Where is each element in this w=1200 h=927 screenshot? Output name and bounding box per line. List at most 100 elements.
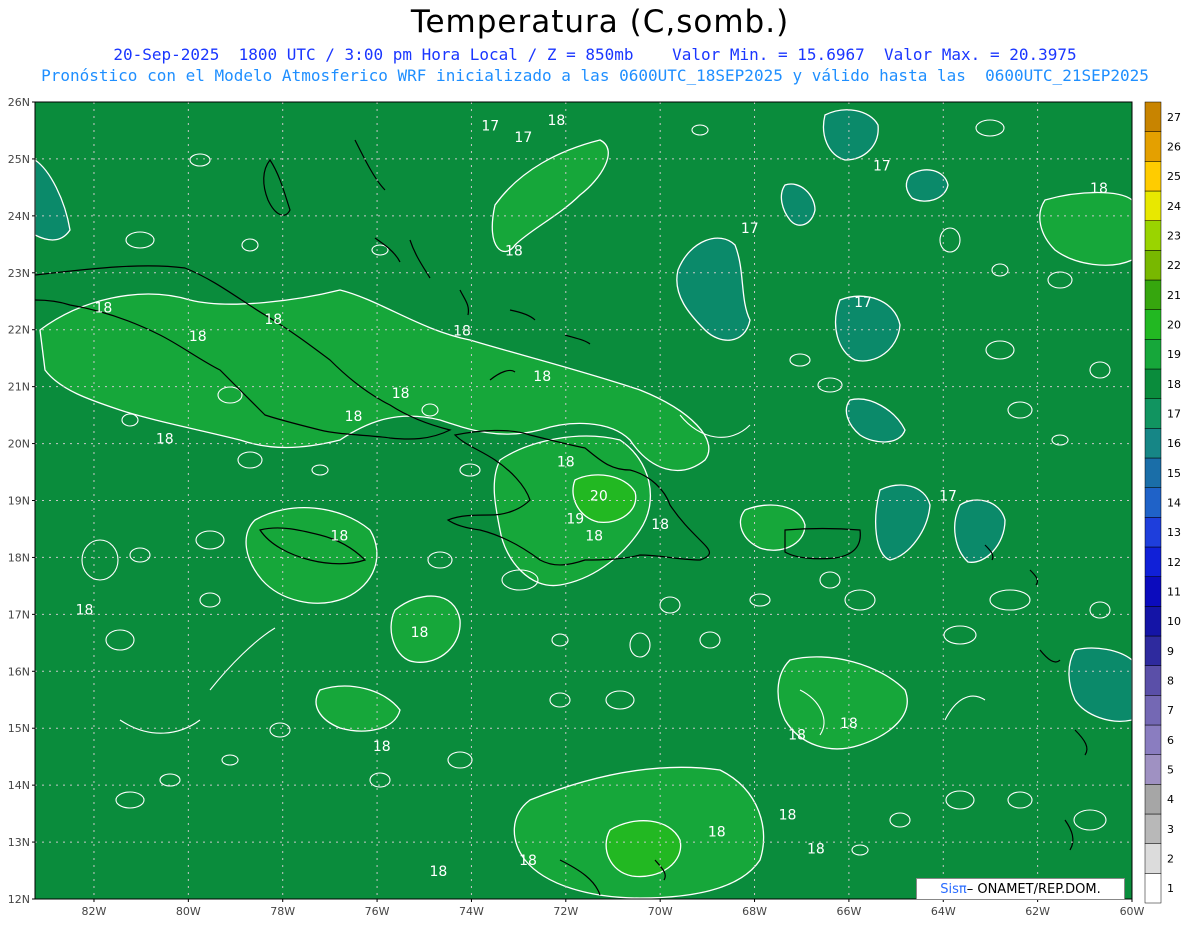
colorbar-swatch	[1144, 250, 1162, 281]
lon-tick-label: 82W	[82, 905, 107, 918]
lon-tick-label: 76W	[365, 905, 390, 918]
colorbar-label: 26	[1167, 141, 1181, 154]
colorbar-swatch	[1144, 220, 1162, 251]
sispi-logo: Sisπ	[940, 881, 967, 897]
colorbar-label: 16	[1167, 437, 1181, 450]
colorbar-swatch	[1144, 428, 1162, 459]
colorbar-swatch	[1144, 665, 1162, 696]
lon-tick-label: 68W	[742, 905, 767, 918]
contour-label: 18	[533, 369, 551, 385]
credit-text: – ONAMET/REP.DOM.	[966, 881, 1101, 897]
lon-tick-label: 64W	[931, 905, 956, 918]
contour-label: 18	[519, 853, 537, 869]
contour-label: 19	[566, 511, 584, 527]
lat-tick-label: 14N	[8, 779, 30, 792]
colorbar-label: 22	[1167, 259, 1181, 272]
lon-tick-label: 60W	[1120, 905, 1145, 918]
contour-label: 18	[505, 244, 523, 260]
lat-tick-label: 24N	[8, 210, 30, 223]
colorbar-swatch	[1144, 873, 1162, 904]
colorbar-swatch	[1144, 131, 1162, 162]
colorbar-label: 27	[1167, 111, 1181, 124]
contour-label: 18	[807, 841, 825, 857]
colorbar-label: 7	[1167, 704, 1174, 717]
colorbar-swatch	[1144, 754, 1162, 785]
colorbar-label: 18	[1167, 378, 1181, 391]
lat-tick-label: 15N	[8, 722, 30, 735]
colorbar-swatch	[1144, 190, 1162, 221]
lat-tick-label: 23N	[8, 267, 30, 280]
contour-label: 18	[651, 517, 669, 533]
lon-tick-label: 70W	[648, 905, 673, 918]
colorbar-swatch	[1144, 487, 1162, 518]
longitude-labels: 82W 80W 78W 76W 74W 72W 70W 68W 66W 64W 62W 60W	[82, 899, 1145, 918]
colorbar-swatch	[1144, 161, 1162, 192]
contour-label: 17	[873, 158, 891, 174]
temperature-map: 26N 25N 24N 23N 22N 21N 20N 19N 18N 17N 16N 15N 14N 1…	[8, 96, 1181, 918]
contour-label: 18	[345, 409, 363, 425]
colorbar-swatch	[1144, 309, 1162, 340]
contour-label: 17	[481, 118, 499, 134]
colorbar-label: 3	[1167, 823, 1174, 836]
colorbar-swatch	[1144, 843, 1162, 874]
lat-tick-label: 21N	[8, 381, 30, 394]
colorbar-label: 14	[1167, 497, 1181, 510]
colorbar-swatch	[1144, 368, 1162, 399]
colorbar-swatch	[1144, 813, 1162, 844]
colorbar-label: 24	[1167, 200, 1181, 213]
contour-label: 18	[557, 454, 575, 470]
colorbar-label: 23	[1167, 230, 1181, 243]
colorbar-label: 12	[1167, 556, 1181, 569]
lat-tick-label: 22N	[8, 324, 30, 337]
colorbar-label: 4	[1167, 793, 1174, 806]
temperature-colorbar: 1234567891011121314151617181920212223242…	[1144, 101, 1181, 904]
colorbar-label: 15	[1167, 467, 1181, 480]
contour-label: 18	[156, 432, 174, 448]
lat-tick-label: 13N	[8, 836, 30, 849]
lat-tick-label: 20N	[8, 438, 30, 451]
contour-label: 18	[330, 528, 348, 544]
colorbar-swatch	[1144, 546, 1162, 577]
colorbar-label: 2	[1167, 853, 1174, 866]
colorbar-label: 19	[1167, 348, 1181, 361]
colorbar-label: 21	[1167, 289, 1181, 302]
colorbar-label: 5	[1167, 764, 1174, 777]
contour-label: 17	[741, 221, 759, 237]
colorbar-swatch	[1144, 695, 1162, 726]
colorbar-label: 17	[1167, 408, 1181, 421]
colorbar-swatch	[1144, 457, 1162, 488]
contour-label: 18	[585, 528, 603, 544]
lon-tick-label: 78W	[270, 905, 295, 918]
colorbar-label: 11	[1167, 586, 1181, 599]
credit-box: Sisπ – ONAMET/REP.DOM.	[916, 878, 1125, 900]
colorbar-label: 20	[1167, 319, 1181, 332]
contour-label: 20	[590, 489, 608, 505]
lat-tick-label: 26N	[8, 96, 30, 109]
colorbar-label: 6	[1167, 734, 1174, 747]
lat-tick-label: 25N	[8, 153, 30, 166]
contour-label: 17	[514, 130, 532, 146]
latitude-labels: 26N 25N 24N 23N 22N 21N 20N 19N 18N 17N 16N 15N 14N 1…	[8, 96, 35, 906]
contour-label: 18	[840, 716, 858, 732]
contour-label: 18	[76, 602, 94, 618]
colorbar-label: 25	[1167, 170, 1181, 183]
colorbar-swatch	[1144, 784, 1162, 815]
colorbar-label: 13	[1167, 526, 1181, 539]
colorbar-swatch	[1144, 724, 1162, 755]
lon-tick-label: 66W	[836, 905, 861, 918]
lon-tick-label: 62W	[1025, 905, 1050, 918]
contour-label: 18	[411, 625, 429, 641]
contour-label: 18	[429, 864, 447, 880]
lat-tick-label: 16N	[8, 665, 30, 678]
colorbar-swatch	[1144, 606, 1162, 637]
contour-label: 18	[264, 312, 282, 328]
contour-label: 17	[854, 295, 872, 311]
lon-tick-label: 80W	[176, 905, 201, 918]
lat-tick-label: 18N	[8, 551, 30, 564]
contour-label: 17	[939, 489, 957, 505]
colorbar-swatch	[1144, 279, 1162, 310]
contour-label: 18	[788, 728, 806, 744]
contour-label: 18	[1090, 181, 1108, 197]
colorbar-swatch	[1144, 101, 1162, 132]
colorbar-swatch	[1144, 635, 1162, 666]
